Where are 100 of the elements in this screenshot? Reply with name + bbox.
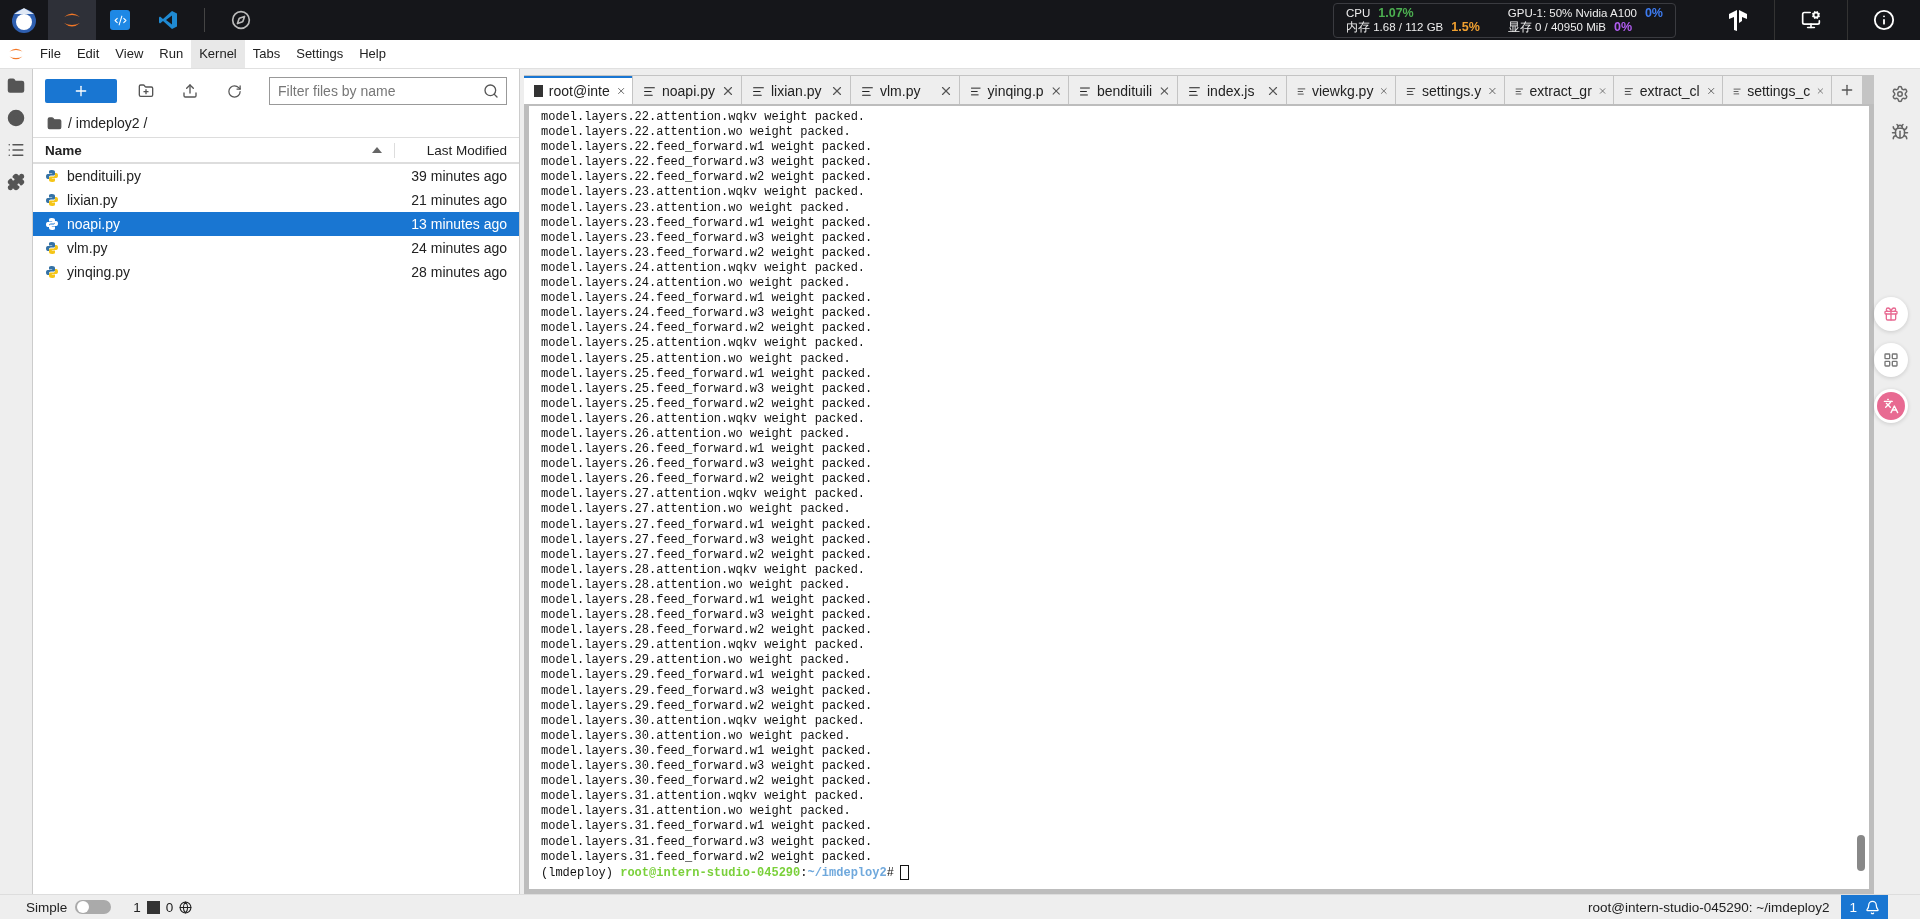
resource-stat: 显存 0 / 40950 MiB 0% bbox=[1507, 19, 1634, 35]
scrollbar-thumb[interactable] bbox=[1857, 835, 1865, 871]
close-icon[interactable] bbox=[939, 84, 953, 98]
terminal-line: model.layers.26.feed_forward.w2 weight packed. bbox=[541, 472, 874, 488]
refresh-icon[interactable] bbox=[226, 83, 242, 99]
terminal-line: model.layers.29.feed_forward.w1 weight packed. bbox=[541, 668, 874, 684]
terminal-line: model.layers.30.feed_forward.w3 weight packed. bbox=[541, 759, 874, 775]
menu-item[interactable]: File bbox=[32, 40, 69, 68]
terminal-line: model.layers.22.feed_forward.w1 weight packed. bbox=[541, 140, 874, 156]
editor-tab[interactable]: lixian.py bbox=[742, 76, 850, 104]
editor-tab[interactable]: noapi.py bbox=[633, 76, 741, 104]
terminal-line: model.layers.24.feed_forward.w3 weight packed. bbox=[541, 306, 874, 322]
folder-icon bbox=[47, 115, 62, 131]
plus-icon bbox=[73, 83, 89, 99]
file-row[interactable]: noapi.py 13 minutes ago bbox=[33, 212, 519, 236]
close-icon[interactable] bbox=[1266, 84, 1280, 98]
terminal-line: model.layers.30.attention.wo weight packed. bbox=[541, 728, 852, 744]
menu-item[interactable]: Help bbox=[351, 40, 394, 68]
menu-item[interactable]: Run bbox=[151, 40, 192, 68]
editor-tab[interactable]: extract_cl bbox=[1614, 76, 1722, 104]
list-icon[interactable] bbox=[7, 141, 25, 159]
modified-time: 13 minutes ago bbox=[411, 216, 508, 232]
terminal-line: model.layers.30.attention.wqkv weight packed. bbox=[541, 713, 867, 729]
terminal-line: model.layers.25.feed_forward.w3 weight packed. bbox=[541, 381, 874, 397]
terminal-line: model.layers.23.attention.wo weight packed. bbox=[541, 200, 852, 216]
menu-item[interactable]: Tabs bbox=[244, 40, 289, 68]
simple-mode-toggle[interactable] bbox=[75, 900, 112, 914]
terminal-count: 1 bbox=[133, 899, 141, 915]
resource-stat: 内存 1.68 / 112 GB 1.5% bbox=[1346, 19, 1480, 35]
search-icon bbox=[483, 83, 499, 99]
editor-tab[interactable]: yinqing.p bbox=[960, 76, 1068, 104]
apps-button[interactable] bbox=[1874, 343, 1908, 377]
add-tab-icon[interactable] bbox=[1839, 82, 1855, 98]
terminal-line: model.layers.23.feed_forward.w2 weight packed. bbox=[541, 245, 874, 261]
menu-item[interactable]: View bbox=[107, 40, 152, 68]
terminal-line: model.layers.31.feed_forward.w1 weight packed. bbox=[541, 819, 874, 835]
sort-caret-icon[interactable] bbox=[372, 147, 382, 153]
folder-icon[interactable] bbox=[7, 77, 25, 95]
stop-icon[interactable] bbox=[7, 109, 25, 127]
terminal-line: model.layers.22.attention.wo weight packed. bbox=[541, 125, 852, 141]
terminal-line: model.layers.27.attention.wo weight packed. bbox=[541, 502, 852, 518]
terminal-line: model.layers.29.feed_forward.w2 weight packed. bbox=[541, 698, 874, 714]
apps-grid-icon bbox=[1883, 352, 1899, 368]
text-file-icon bbox=[752, 84, 765, 98]
settings-icon[interactable] bbox=[1891, 85, 1909, 103]
monitor-icon[interactable] bbox=[1801, 10, 1821, 30]
python-icon bbox=[45, 241, 59, 255]
compass-icon[interactable] bbox=[231, 10, 251, 30]
terminal-line: model.layers.28.feed_forward.w3 weight packed. bbox=[541, 608, 874, 624]
terminal-line: model.layers.22.attention.wqkv weight packed. bbox=[541, 110, 867, 126]
editor-tab[interactable]: index.js bbox=[1178, 76, 1286, 104]
bell-icon bbox=[1865, 899, 1880, 915]
terminal-line: model.layers.31.attention.wo weight packed. bbox=[541, 804, 852, 820]
terminal-line: model.layers.26.attention.wo weight packed. bbox=[541, 426, 852, 443]
terminal-line: model.layers.28.attention.wo weight packed. bbox=[541, 577, 852, 593]
editor-tab[interactable]: extract_gr bbox=[1505, 76, 1613, 104]
code-editor-icon[interactable] bbox=[110, 10, 130, 30]
editor-tab[interactable]: viewkg.py bbox=[1287, 76, 1395, 104]
translate-icon bbox=[1883, 398, 1899, 414]
menu-item[interactable]: Kernel bbox=[191, 40, 245, 68]
terminal-line: model.layers.24.feed_forward.w2 weight packed. bbox=[541, 321, 874, 337]
modified-time: 39 minutes ago bbox=[411, 168, 508, 184]
close-icon[interactable] bbox=[721, 84, 735, 98]
column-header[interactable]: Name bbox=[45, 142, 82, 158]
terminal-line: model.layers.24.feed_forward.w1 weight packed. bbox=[541, 291, 874, 307]
terminal-line: model.layers.25.attention.wqkv weight packed. bbox=[541, 336, 867, 352]
editor-tab[interactable]: root@inte bbox=[524, 76, 632, 104]
close-icon[interactable] bbox=[1158, 84, 1171, 98]
breadcrumb-path[interactable]: / imdeploy2 / bbox=[68, 115, 148, 131]
translate-button[interactable] bbox=[1874, 389, 1908, 423]
editor-tab[interactable]: settings.y bbox=[1396, 76, 1504, 104]
tensorflow-logo-icon[interactable] bbox=[1728, 9, 1748, 31]
vscode-logo-icon[interactable] bbox=[158, 10, 178, 30]
puzzle-icon[interactable] bbox=[7, 173, 25, 191]
menu-item[interactable]: Edit bbox=[68, 40, 108, 68]
editor-tab[interactable]: vlm.py bbox=[851, 76, 959, 104]
modified-time: 28 minutes ago bbox=[411, 264, 508, 280]
terminal-line: model.layers.31.attention.wqkv weight packed. bbox=[541, 789, 867, 805]
notification-button[interactable]: 1 bbox=[1841, 895, 1888, 919]
new-folder-icon[interactable] bbox=[138, 83, 154, 99]
menu-item[interactable]: Settings bbox=[288, 40, 352, 68]
filter-field[interactable]: Filter files by name bbox=[269, 77, 507, 105]
terminal-line: model.layers.27.feed_forward.w1 weight packed. bbox=[541, 517, 874, 533]
editor-tab[interactable]: bendituili bbox=[1069, 76, 1177, 104]
bug-icon[interactable] bbox=[1891, 123, 1909, 141]
terminal-line: model.layers.28.feed_forward.w1 weight packed. bbox=[541, 593, 874, 609]
text-file-icon bbox=[861, 84, 874, 98]
upload-icon[interactable] bbox=[182, 83, 198, 99]
terminal-line: model.layers.30.feed_forward.w1 weight packed. bbox=[541, 743, 874, 760]
new-launcher-button[interactable] bbox=[45, 79, 117, 103]
resource-stat: CPU 1.07% bbox=[1346, 5, 1415, 20]
terminal-line: model.layers.25.attention.wo weight packed. bbox=[541, 351, 852, 367]
terminal-prompt[interactable]: (lmdeploy) root@intern-studio-045290:~/imdeploy2# bbox=[541, 864, 1841, 881]
column-header[interactable]: Last Modified bbox=[394, 142, 519, 158]
gift-button[interactable] bbox=[1874, 297, 1908, 331]
close-icon[interactable] bbox=[830, 84, 844, 98]
terminal-line: model.layers.29.attention.wqkv weight packed. bbox=[541, 638, 867, 654]
info-icon[interactable] bbox=[1873, 9, 1895, 31]
editor-tab[interactable]: settings_c bbox=[1723, 76, 1831, 104]
terminal-line: model.layers.26.feed_forward.w1 weight packed. bbox=[541, 442, 874, 458]
